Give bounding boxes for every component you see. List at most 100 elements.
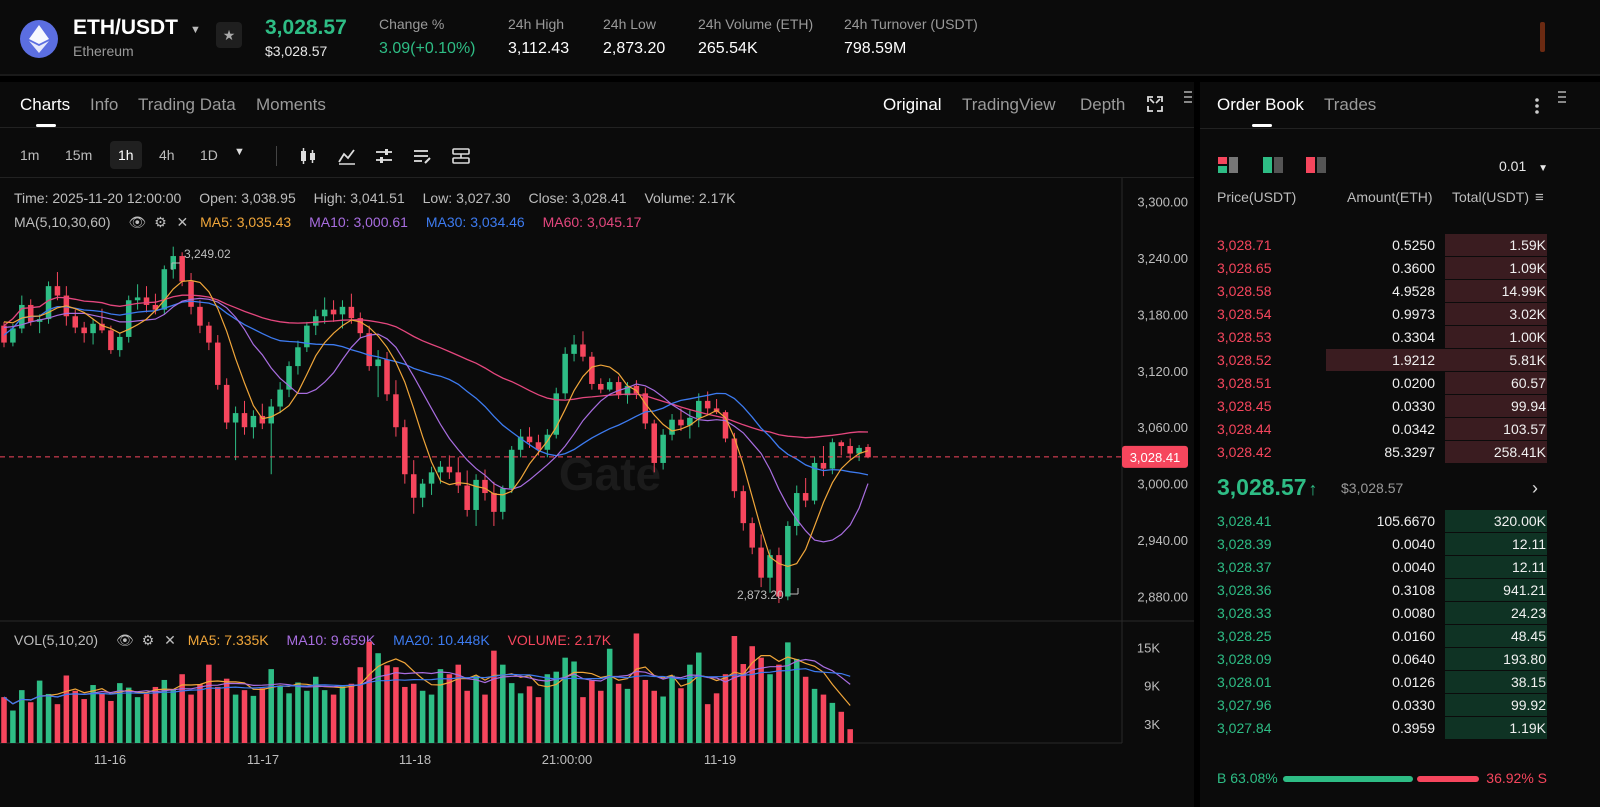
drawing-tools-icon[interactable] [412, 146, 432, 166]
volume-bar [428, 694, 435, 743]
ask-amount: 0.0200 [1392, 375, 1435, 391]
volume-bar [500, 664, 506, 743]
candle-body [321, 309, 328, 317]
ask-row[interactable]: 3,028.65 0.3600 1.09K [1217, 257, 1547, 279]
pair-selector[interactable]: ETH/USDT [73, 16, 178, 40]
candle-body [687, 417, 693, 426]
candle-body [758, 547, 764, 578]
ask-row[interactable]: 3,028.52 1.9212 5.81K [1217, 349, 1547, 371]
candle-body [108, 330, 114, 351]
candle-body [580, 344, 586, 357]
bid-row[interactable]: 3,028.36 0.3108 941.21 [1217, 579, 1547, 601]
favorite-star-icon[interactable]: ★ [216, 22, 242, 48]
bid-row[interactable]: 3,028.33 0.0080 24.23 [1217, 602, 1547, 624]
volume-ma10-line [3, 658, 851, 705]
view-original[interactable]: Original [883, 95, 942, 115]
fullscreen-expand-icon[interactable] [1147, 96, 1163, 112]
tab-order-book[interactable]: Order Book [1217, 95, 1304, 115]
interval-15m[interactable]: 15m [57, 141, 100, 169]
candle-body [856, 447, 862, 454]
book-view-both-icon[interactable] [1217, 156, 1239, 174]
interval-1m[interactable]: 1m [12, 141, 47, 169]
candle-info-line: Time: 2025-11-20 12:00:00 Open: 3,038.95… [14, 190, 750, 206]
volume-bar [446, 674, 453, 743]
chart-settings-sliders-icon[interactable] [374, 146, 394, 166]
volume-bar [232, 694, 239, 743]
chevron-right-icon[interactable]: › [1532, 478, 1538, 499]
interval-1h[interactable]: 1h [110, 141, 142, 169]
tab-charts[interactable]: Charts [20, 95, 70, 115]
view-tradingview[interactable]: TradingView [962, 95, 1056, 115]
volume-tick-label: 9K [1144, 679, 1160, 694]
stat-24h-volume: 24h Volume (ETH) 265.54K [698, 16, 813, 58]
bid-row[interactable]: 3,028.25 0.0160 48.45 [1217, 625, 1547, 647]
panel-handle[interactable] [1540, 22, 1545, 52]
precision-select[interactable]: 0.01 ▼ [1499, 158, 1548, 174]
ask-row[interactable]: 3,028.51 0.0200 60.57 [1217, 372, 1547, 394]
tab-trades[interactable]: Trades [1324, 95, 1376, 115]
close-icon[interactable]: ✕ [177, 214, 189, 230]
volume-bar [722, 674, 729, 743]
ask-row[interactable]: 3,028.58 4.9528 14.99K [1217, 280, 1547, 302]
volume-bar [785, 642, 791, 743]
ask-row[interactable]: 3,028.53 0.3304 1.00K [1217, 326, 1547, 348]
volume-bar [19, 690, 25, 743]
book-view-asks-icon[interactable] [1305, 156, 1327, 174]
ask-row[interactable]: 3,028.54 0.9973 3.02K [1217, 303, 1547, 325]
book-view-bids-icon[interactable] [1262, 156, 1284, 174]
volume-bar [455, 664, 462, 743]
interval-1d[interactable]: 1D [192, 141, 226, 169]
interval-4h[interactable]: 4h [151, 141, 183, 169]
more-options-icon[interactable] [1534, 97, 1540, 115]
pair-dropdown-icon[interactable]: ▼ [190, 24, 201, 36]
indicators-icon[interactable] [337, 146, 357, 166]
stat-value: 265.54K [698, 40, 758, 57]
volume-bar [811, 688, 818, 743]
close-icon[interactable]: ✕ [164, 632, 176, 648]
more-intervals-caret-icon[interactable]: ▼ [234, 146, 245, 158]
ask-row[interactable]: 3,028.44 0.0342 103.57 [1217, 418, 1547, 440]
panel-grip-icon[interactable] [1558, 90, 1566, 104]
candle-body [348, 306, 355, 319]
candle-body [63, 295, 70, 317]
eye-icon[interactable]: 👁 [128, 214, 146, 230]
candle-body [232, 413, 239, 423]
price-tick-label: 2,940.00 [1137, 533, 1188, 548]
order-book-panel: Order Book Trades 0.01 ▼ Price(USDT) Amo… [1200, 82, 1600, 807]
panel-grip-icon[interactable] [1184, 90, 1192, 104]
settings-gear-icon[interactable]: ⚙ [142, 632, 155, 648]
ask-row[interactable]: 3,028.45 0.0330 99.94 [1217, 395, 1547, 417]
sell-ratio-bar [1417, 776, 1479, 782]
bid-row[interactable]: 3,028.01 0.0126 38.15 [1217, 671, 1547, 693]
candlestick-type-icon[interactable] [298, 146, 318, 166]
bid-row[interactable]: 3,028.09 0.0640 193.80 [1217, 648, 1547, 670]
ask-row[interactable]: 3,028.42 85.3297 258.41K [1217, 441, 1547, 463]
layout-icon[interactable] [451, 146, 471, 166]
volume-bar [517, 693, 524, 743]
candle-body [393, 394, 399, 428]
bid-row[interactable]: 3,027.96 0.0330 99.92 [1217, 694, 1547, 716]
bid-row[interactable]: 3,028.39 0.0040 12.11 [1217, 533, 1547, 555]
settings-gear-icon[interactable]: ⚙ [154, 214, 167, 230]
volume-bar [731, 636, 738, 743]
tab-moments[interactable]: Moments [256, 95, 326, 115]
column-settings-icon[interactable]: ≡ [1535, 189, 1544, 206]
volume-bar [339, 686, 346, 743]
eye-icon[interactable]: 👁 [116, 632, 134, 648]
volume-bar [606, 648, 613, 743]
ask-row[interactable]: 3,028.71 0.5250 1.59K [1217, 234, 1547, 256]
tab-info[interactable]: Info [90, 95, 118, 115]
bid-total: 99.92 [1510, 697, 1546, 713]
volume-bar [161, 679, 168, 743]
bid-row[interactable]: 3,028.37 0.0040 12.11 [1217, 556, 1547, 578]
bid-row[interactable]: 3,028.41 105.6670 320.00K [1217, 510, 1547, 532]
tab-trading-data[interactable]: Trading Data [138, 95, 236, 115]
ask-amount: 0.9973 [1392, 306, 1435, 322]
stat-value: 3.09(+0.10%) [379, 40, 476, 57]
volume-bar [829, 702, 836, 743]
view-depth[interactable]: Depth [1080, 95, 1125, 115]
bid-price: 3,028.09 [1217, 651, 1272, 667]
bid-row[interactable]: 3,027.84 0.3959 1.19K [1217, 717, 1547, 739]
vol-current-value: VOLUME: 2.17K [507, 632, 612, 648]
vol-ma20-value: MA20: 10.448K [393, 632, 490, 648]
